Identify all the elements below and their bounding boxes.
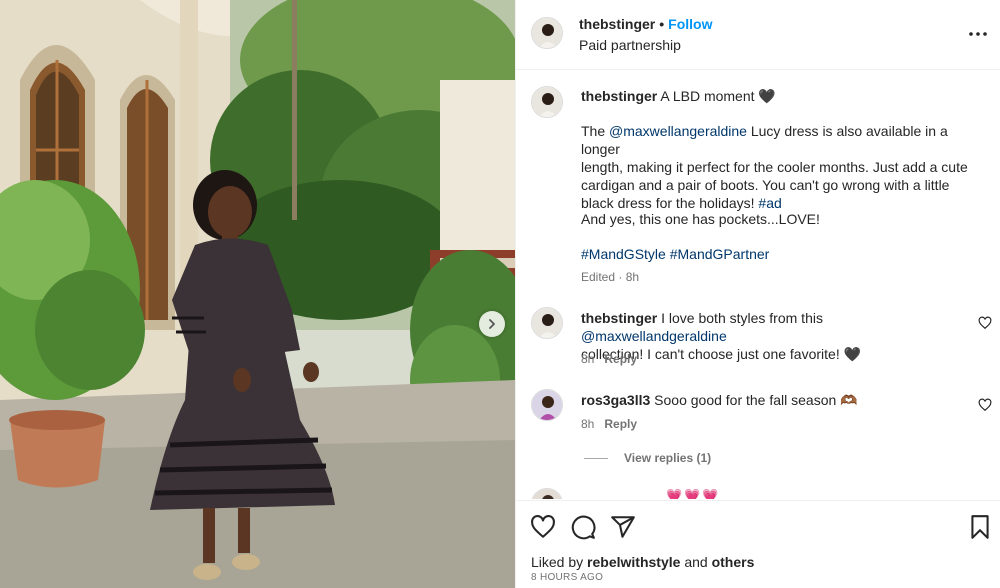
caption-text: cardigan and a pair of boots. You can't … xyxy=(581,177,950,193)
author-avatar[interactable] xyxy=(531,17,563,49)
comment-mention[interactable]: @maxwellandgeraldine xyxy=(581,328,727,344)
likes-others-link[interactable]: others xyxy=(712,554,755,570)
likes-summary: Liked by rebelwithstyle and others xyxy=(531,554,754,570)
comment-avatar[interactable] xyxy=(531,389,563,421)
caption-title: thebstinger A LBD moment 🖤 xyxy=(581,87,971,105)
caption-text: length, making it perfect for the cooler… xyxy=(581,159,968,175)
avatar-image xyxy=(532,390,562,420)
like-comment-heart-icon[interactable] xyxy=(978,398,992,412)
comment-username[interactable]: thebstinger xyxy=(581,310,657,326)
likes-prefix: Liked by xyxy=(531,554,584,570)
separator-dot: • xyxy=(659,16,665,32)
view-replies-label: View replies (1) xyxy=(624,451,712,465)
hashtag-ad[interactable]: #ad xyxy=(758,195,781,211)
post-side-panel: thebstinger • Follow Paid partnership theb… xyxy=(515,0,1000,588)
like-comment-heart-icon[interactable] xyxy=(978,316,992,330)
comment-text: I love both styles from this xyxy=(661,310,823,326)
comment-time: 8h xyxy=(581,417,595,431)
caption-hashtags: #MandGStyle #MandGPartner xyxy=(581,245,971,263)
likes-conj: and xyxy=(684,554,708,570)
more-horizontal-icon[interactable] xyxy=(968,24,988,44)
caption-meta: Edited · 8h xyxy=(581,270,640,284)
post-photo[interactable] xyxy=(0,0,515,588)
heart-icon[interactable] xyxy=(530,514,556,540)
comment-meta: 8h Reply xyxy=(581,417,637,431)
comment-body: thebstinger I love both styles from this… xyxy=(581,309,971,363)
view-replies-button[interactable]: View replies (1) xyxy=(584,451,711,465)
post-timestamp: 8 HOURS AGO xyxy=(531,572,604,583)
avatar-image xyxy=(532,308,562,338)
comment-time: 8h xyxy=(581,352,595,366)
caption-head-text: A LBD moment xyxy=(660,88,755,104)
bookmark-icon[interactable] xyxy=(967,514,993,540)
caption-avatar[interactable] xyxy=(531,86,563,118)
caption-text: The xyxy=(581,123,606,139)
follow-button[interactable]: Follow xyxy=(668,16,712,32)
author-username[interactable]: thebstinger xyxy=(579,16,655,32)
liked-by-user[interactable]: rebelwithstyle xyxy=(587,554,680,570)
hashtag-mandgstyle[interactable]: #MandGStyle xyxy=(581,246,666,262)
caption-username[interactable]: thebstinger xyxy=(581,88,657,104)
black-heart-emoji: 🖤 xyxy=(843,346,862,362)
avatar-image xyxy=(532,87,562,117)
chevron-right-icon xyxy=(489,319,495,329)
post-header: thebstinger • Follow Paid partnership xyxy=(516,0,1000,70)
black-heart-emoji: 🖤 xyxy=(758,88,776,104)
paid-partnership-label[interactable]: Paid partnership xyxy=(579,37,681,53)
caption-paragraph-1: The @maxwellangeraldine Lucy dress is al… xyxy=(581,122,971,212)
next-photo-button[interactable] xyxy=(479,311,505,337)
share-icon[interactable] xyxy=(610,514,636,540)
comments-section[interactable]: thebstinger A LBD moment 🖤 The @maxwella… xyxy=(516,71,1000,499)
comment-body: ros3ga3ll3 Sooo good for the fall season… xyxy=(581,391,971,409)
comment-icon[interactable] xyxy=(570,514,596,540)
comment-avatar-partial[interactable] xyxy=(531,488,563,499)
comment-meta: 8h Reply xyxy=(581,352,637,366)
caption-text: black dress for the holidays! xyxy=(581,195,755,211)
comment-text: Sooo good for the fall season xyxy=(654,392,837,408)
header-line: thebstinger • Follow xyxy=(579,16,712,32)
reply-button[interactable]: Reply xyxy=(604,417,637,431)
caption-paragraph-2: And yes, this one has pockets...LOVE! xyxy=(581,211,820,227)
hashtag-mandgpartner[interactable]: #MandGPartner xyxy=(670,246,770,262)
comment-avatar[interactable] xyxy=(531,307,563,339)
comment-username[interactable]: ros3ga3ll3 xyxy=(581,392,650,408)
replies-divider xyxy=(584,457,608,459)
caption-mention[interactable]: @maxwellangeraldine xyxy=(609,123,747,139)
heart-hands-emoji: 🫶🏾 xyxy=(840,392,858,408)
avatar-image xyxy=(532,489,562,499)
post-image xyxy=(0,0,515,588)
partial-comment-emoji: 💗💗💗 xyxy=(666,488,721,499)
reply-button[interactable]: Reply xyxy=(604,352,637,366)
avatar-image xyxy=(532,18,562,48)
